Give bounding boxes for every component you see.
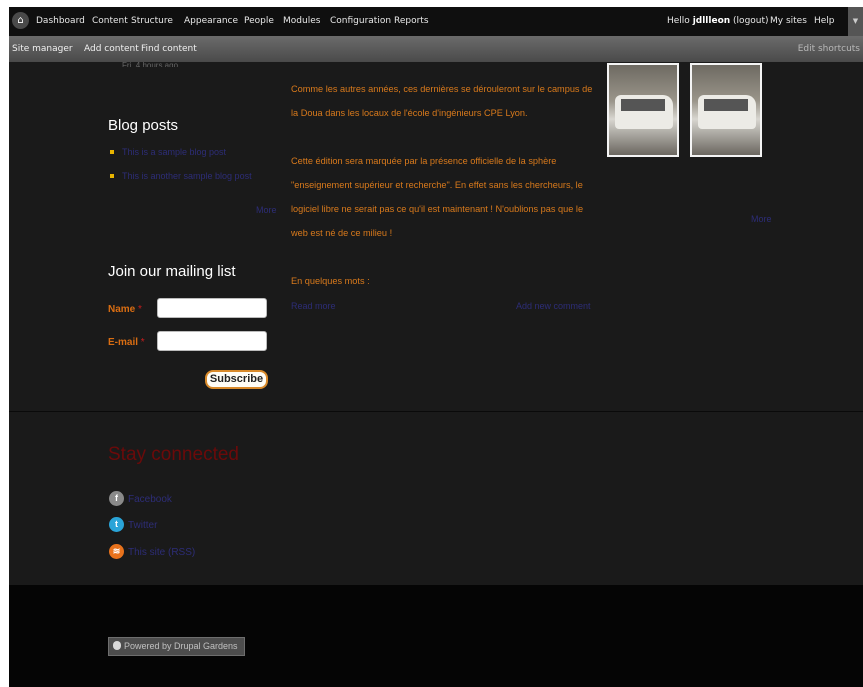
toolbar-help[interactable]: Help [814,16,835,26]
toolbar-people[interactable]: People [244,16,274,26]
blog-more-link[interactable]: More [256,205,277,215]
list-item[interactable]: This is another sample blog post [110,171,252,183]
blog-post-link[interactable]: This is another sample blog post [122,171,252,181]
shortcut-find-content[interactable]: Find content [141,44,197,54]
add-comment-link[interactable]: Add new comment [516,301,591,311]
bullet-icon [110,174,114,178]
list-item[interactable]: This is a sample blog post [110,147,252,159]
email-field[interactable] [157,331,267,351]
gallery-photo[interactable] [690,63,762,157]
subscribe-button[interactable]: Subscribe [205,370,268,389]
name-field[interactable] [157,298,267,318]
edit-shortcuts-link[interactable]: Edit shortcuts [798,44,860,54]
home-icon[interactable]: ⌂ [12,12,29,29]
toolbar-dashboard[interactable]: Dashboard [36,16,85,26]
email-label: E-mail * [108,337,145,348]
gallery-photo[interactable] [607,63,679,157]
name-label: Name * [108,304,142,315]
blog-posts-heading: Blog posts [108,117,179,134]
powered-by-badge[interactable]: Powered by Drupal Gardens [108,637,245,656]
shortcuts-bar: Site manager Add content Find content Ed… [9,36,863,62]
admin-toolbar: ⌂ Dashboard Content Structure Appearance… [9,7,863,36]
twitter-icon: t [109,517,124,532]
blog-post-list: This is a sample blog post This is anoth… [110,147,252,195]
twitter-label[interactable]: Twitter [128,520,157,531]
gallery-more-link[interactable]: More [751,214,772,224]
rss-label[interactable]: This site (RSS) [128,547,195,558]
shortcut-add-content[interactable]: Add content [84,44,139,54]
logout-link[interactable]: (logout) [733,16,768,26]
chevron-down-icon[interactable]: ▼ [848,7,863,36]
bullet-icon [110,150,114,154]
greeting-text: Hello [667,16,690,26]
page-footer: Powered by Drupal Gardens [9,585,863,687]
toolbar-modules[interactable]: Modules [283,16,320,26]
user-greeting: Hello jdllleon (logout) [667,16,769,26]
toolbar-appearance[interactable]: Appearance [184,16,238,26]
browser-viewport: ⌂ Dashboard Content Structure Appearance… [9,7,863,687]
toolbar-structure[interactable]: Structure [131,16,173,26]
facebook-icon: f [109,491,124,506]
post-date: Fri, 4 hours ago [122,61,179,67]
read-more-link[interactable]: Read more [291,301,336,311]
article-paragraph-2: Cette édition sera marquée par la présen… [291,156,584,238]
mailing-list-heading: Join our mailing list [108,263,236,280]
blog-post-link[interactable]: This is a sample blog post [122,147,226,157]
username[interactable]: jdllleon [693,16,730,26]
facebook-label[interactable]: Facebook [128,494,172,505]
toolbar-reports[interactable]: Reports [394,16,429,26]
powered-by-label: Powered by Drupal Gardens [124,641,238,651]
toolbar-content[interactable]: Content [92,16,128,26]
stay-connected-heading: Stay connected [108,444,239,465]
article-paragraph-1: Comme les autres années, ces dernières s… [291,84,593,118]
toolbar-configuration[interactable]: Configuration [330,16,391,26]
shortcut-site-manager[interactable]: Site manager [12,44,73,54]
article-paragraph-3: En quelques mots : [291,276,370,286]
rss-icon: ≋ [109,544,124,559]
section-divider [9,411,863,412]
drupal-drop-icon [113,641,121,650]
toolbar-my-sites[interactable]: My sites [770,16,807,26]
